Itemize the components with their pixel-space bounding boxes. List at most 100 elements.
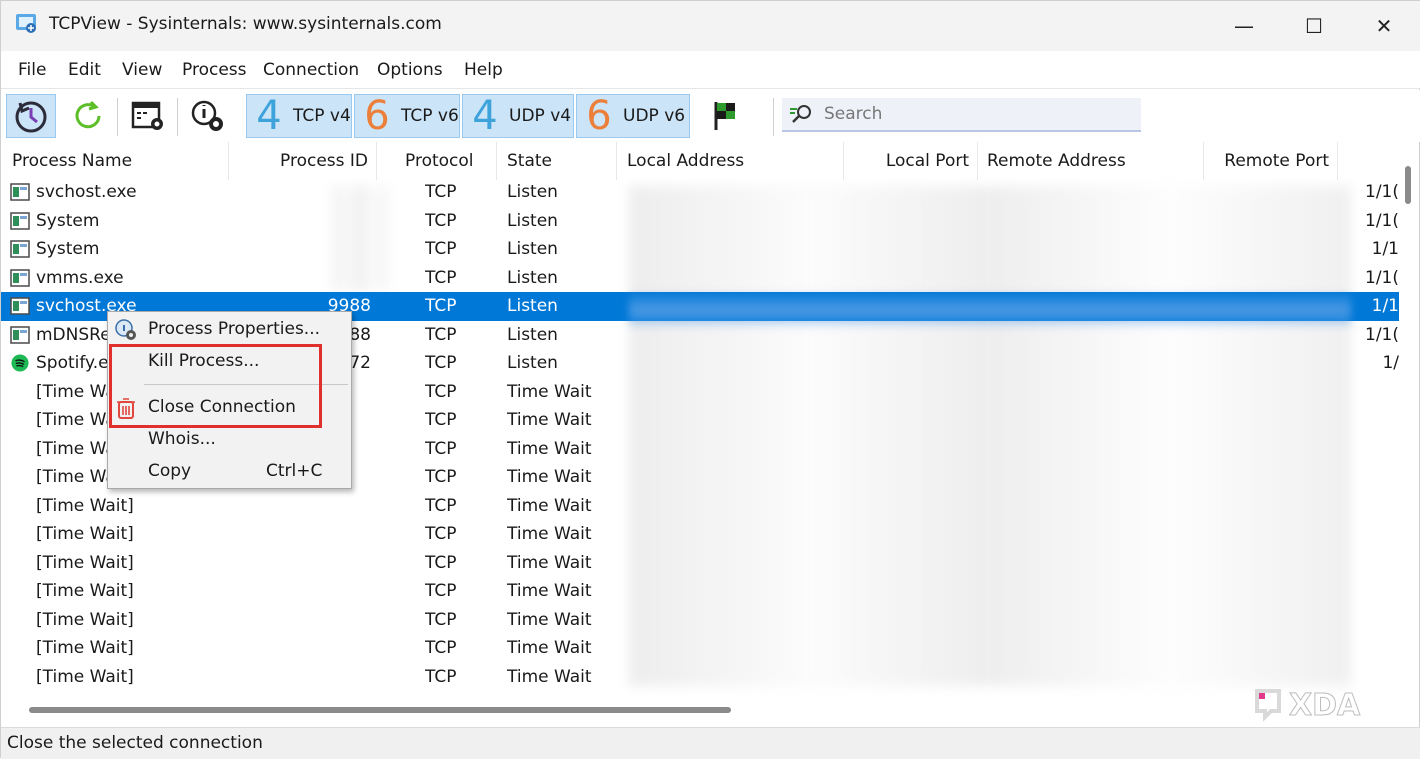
- menu-item-copy[interactable]: Copy Ctrl+C: [108, 456, 351, 486]
- column-process-name[interactable]: Process Name: [4, 142, 229, 180]
- table-row[interactable]: [Time Wait] TCP Time Wait: [1, 577, 1399, 606]
- column-process-id[interactable]: Process ID: [229, 142, 377, 180]
- filter-label: UDP v6: [623, 106, 686, 126]
- process-properties-icon: [115, 319, 136, 340]
- status-bar: Close the selected connection: [1, 727, 1420, 759]
- process-name-cell: [Time Wait]: [36, 524, 134, 544]
- protocol-cell: TCP: [425, 581, 457, 601]
- flag-icon: [714, 102, 735, 130]
- filter-udp-v4-button[interactable]: 4 UDP v4: [462, 94, 574, 138]
- process-id-cell: [231, 663, 371, 692]
- column-local-port[interactable]: Local Port: [844, 142, 978, 180]
- process-id-cell: [231, 606, 371, 635]
- state-cell: Time Wait: [507, 495, 592, 516]
- menu-item-label: Copy: [148, 461, 192, 481]
- column-state[interactable]: State: [499, 142, 617, 180]
- window-title: TCPView - Sysinternals: www.sysinternals…: [49, 14, 442, 34]
- protocol-cell: TCP: [425, 324, 457, 345]
- protocol-cell: TCP: [425, 353, 457, 373]
- protocol-cell: TCP: [425, 495, 457, 516]
- table-row[interactable]: [Time Wait] TCP Time Wait: [1, 606, 1399, 635]
- search-input[interactable]: [822, 103, 1122, 125]
- table-row[interactable]: vmms.exe TCP Listen 1/1(: [1, 264, 1399, 293]
- state-cell: Listen: [507, 267, 558, 288]
- column-remote-address[interactable]: Remote Address: [979, 142, 1204, 180]
- protocol-cell: TCP: [425, 609, 457, 630]
- table-row[interactable]: svchost.exe TCP Listen 1/1(: [1, 178, 1399, 207]
- protocol-cell: TCP: [425, 267, 457, 288]
- remote-port-cell: [1353, 520, 1399, 549]
- process-name-cell: [Time Wait]: [36, 552, 134, 573]
- filter-udp-v6-button[interactable]: 6 UDP v6: [576, 94, 690, 138]
- close-button[interactable]: ✕: [1349, 1, 1419, 51]
- minimize-button[interactable]: —: [1209, 1, 1279, 51]
- state-cell: Listen: [507, 296, 558, 316]
- tcpview-app-icon: [16, 14, 36, 33]
- remote-port-cell: 1/1: [1371, 296, 1399, 316]
- remote-port-cell: [1353, 463, 1399, 492]
- spotify-icon: [11, 354, 29, 372]
- process-icon: [10, 211, 30, 230]
- refresh-button[interactable]: [65, 94, 111, 138]
- state-cell: Listen: [507, 239, 558, 259]
- table-row[interactable]: System TCP Listen 1/1(: [1, 207, 1399, 236]
- column-remote-port[interactable]: Remote Port: [1204, 142, 1338, 180]
- filter-tcp-v6-button[interactable]: 6 TCP v6: [354, 94, 460, 138]
- table-row[interactable]: [Time Wait] TCP Time Wait: [1, 520, 1399, 549]
- flag-button[interactable]: [703, 94, 749, 138]
- redacted-selected-address: [629, 291, 1351, 329]
- filter-tcp-v4-button[interactable]: 4 TCP v4: [246, 94, 352, 138]
- vertical-scrollbar[interactable]: [1399, 142, 1419, 698]
- table-row[interactable]: [Time Wait] TCP Time Wait: [1, 634, 1399, 663]
- ipv6-digit-icon: 6: [364, 93, 390, 139]
- menu-bar: File Edit View Process Connection Option…: [1, 51, 1420, 89]
- search-icon: [790, 105, 811, 123]
- menu-help[interactable]: Help: [464, 60, 503, 80]
- menu-options[interactable]: Options: [377, 60, 443, 80]
- title-bar: TCPView - Sysinternals: www.sysinternals…: [1, 1, 1420, 51]
- column-protocol[interactable]: Protocol: [397, 142, 497, 180]
- filter-label: UDP v4: [509, 106, 572, 126]
- search-box[interactable]: [782, 98, 1141, 132]
- menu-view[interactable]: View: [122, 60, 162, 80]
- state-cell: Time Wait: [507, 581, 592, 601]
- remote-port-cell: [1353, 606, 1399, 635]
- horizontal-scrollbar[interactable]: [1, 698, 1399, 722]
- state-cell: Listen: [507, 353, 558, 373]
- vertical-scroll-thumb[interactable]: [1405, 166, 1411, 204]
- protocol-cell: TCP: [425, 296, 457, 316]
- remote-port-cell: 1/1(: [1365, 324, 1399, 345]
- table-header: Process Name Process ID Protocol State L…: [1, 142, 1399, 180]
- protocol-cell: TCP: [425, 524, 457, 544]
- window-settings-icon: [131, 101, 163, 130]
- table-row[interactable]: [Time Wait] TCP Time Wait: [1, 492, 1399, 521]
- horizontal-scroll-thumb[interactable]: [29, 707, 731, 713]
- menu-item-label: Process Properties...: [148, 319, 321, 339]
- menu-edit[interactable]: Edit: [68, 60, 101, 80]
- filter-label: TCP v4: [293, 106, 351, 126]
- auto-refresh-button[interactable]: [6, 94, 56, 138]
- process-icon: [10, 325, 30, 344]
- menu-process[interactable]: Process: [182, 60, 247, 80]
- toolbar: 4 TCP v4 6 TCP v6 4 UDP v4 6 UDP v6: [1, 90, 1420, 142]
- state-cell: Listen: [507, 324, 558, 345]
- properties-button[interactable]: [185, 94, 231, 138]
- column-local-address[interactable]: Local Address: [619, 142, 844, 180]
- menu-item-process-properties[interactable]: Process Properties...: [108, 314, 351, 344]
- table-row[interactable]: System TCP Listen 1/1: [1, 235, 1399, 264]
- menu-item-whois[interactable]: Whois...: [108, 424, 351, 454]
- protocol-cell: TCP: [425, 638, 457, 658]
- protocol-cell: TCP: [425, 666, 457, 687]
- state-cell: Time Wait: [507, 410, 592, 430]
- options-button[interactable]: [125, 94, 171, 138]
- menu-file[interactable]: File: [18, 60, 46, 80]
- protocol-cell: TCP: [425, 239, 457, 259]
- protocol-cell: TCP: [425, 438, 457, 459]
- table-row[interactable]: [Time Wait] TCP Time Wait: [1, 663, 1399, 692]
- maximize-button[interactable]: ☐: [1279, 1, 1349, 51]
- state-cell: Time Wait: [507, 638, 592, 658]
- state-cell: Time Wait: [507, 609, 592, 630]
- menu-connection[interactable]: Connection: [263, 60, 359, 80]
- process-name-cell: vmms.exe: [36, 267, 124, 288]
- table-row[interactable]: [Time Wait] TCP Time Wait: [1, 549, 1399, 578]
